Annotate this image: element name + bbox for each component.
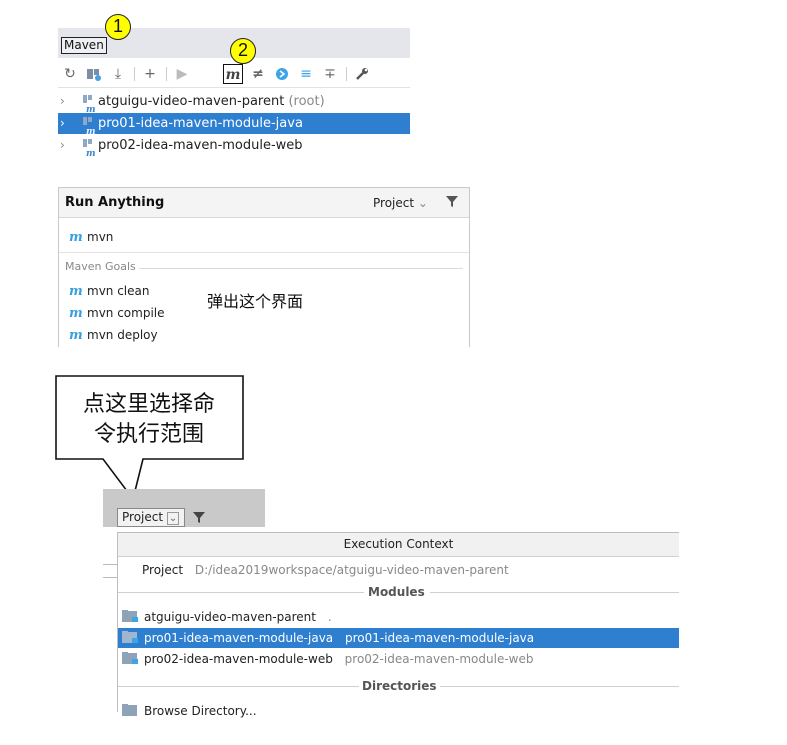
callout-line-2: 令执行范围 bbox=[94, 422, 204, 447]
project-scope-label: Project bbox=[373, 196, 415, 210]
tree-item-project[interactable]: › m atguigu-video-maven-parent (root) bbox=[58, 91, 410, 115]
maven-tab[interactable]: Maven bbox=[61, 37, 107, 54]
run-anything-header: Run Anything Project ⌄ bbox=[59, 188, 469, 218]
module-row[interactable]: atguigu-video-maven-parent . bbox=[118, 607, 679, 627]
folder-icon bbox=[122, 704, 138, 716]
chevron-right-icon[interactable]: › bbox=[60, 135, 70, 156]
module-row[interactable]: pro02-idea-maven-module-web pro02-idea-m… bbox=[118, 649, 679, 669]
chevron-down-icon: ⌄ bbox=[166, 512, 180, 525]
project-scope-button[interactable]: Project ⌄ bbox=[117, 508, 185, 527]
maven-toolbar: ↻ ⤓ + ▶ m ≠ ≡ ∓ bbox=[58, 60, 410, 88]
execution-context-header: Execution Context bbox=[118, 533, 679, 557]
toggle-offline-icon[interactable]: ≠ bbox=[248, 64, 268, 84]
maven-m-icon: m bbox=[69, 306, 83, 321]
project-scope-button-label: Project bbox=[122, 510, 164, 524]
module-folder-icon bbox=[122, 610, 138, 622]
goal-item[interactable]: m mvn clean bbox=[69, 280, 149, 302]
maven-m-icon: m bbox=[69, 328, 83, 343]
maven-module-icon: m bbox=[83, 95, 96, 115]
add-icon[interactable]: + bbox=[140, 64, 160, 84]
maven-tool-window: Maven ↻ ⤓ + ▶ m ≠ ≡ ∓ 1 2 › m atguigu-vi… bbox=[58, 14, 410, 159]
filter-icon[interactable] bbox=[192, 510, 206, 524]
section-divider-directories: Directories bbox=[118, 678, 679, 694]
section-divider-modules: Modules bbox=[118, 584, 679, 600]
run-anything-popup: Run Anything Project ⌄ m mvn Maven Goals … bbox=[58, 187, 470, 347]
module-folder-icon bbox=[122, 652, 138, 664]
tree-item-label: atguigu-video-maven-parent bbox=[98, 94, 285, 109]
run-icon[interactable]: ▶ bbox=[172, 64, 192, 84]
section-label-modules: Modules bbox=[368, 585, 425, 599]
section-divider bbox=[139, 268, 463, 269]
callout-number-2: 2 bbox=[230, 38, 256, 64]
reload-icon[interactable]: ↻ bbox=[60, 64, 80, 84]
chevron-right-icon[interactable]: › bbox=[60, 91, 70, 112]
module-path: . bbox=[327, 610, 332, 624]
goal-item[interactable]: m mvn deploy bbox=[69, 324, 158, 346]
tree-item-label: pro02-idea-maven-module-web bbox=[98, 138, 303, 153]
reimport-icon[interactable] bbox=[84, 64, 104, 84]
module-path: pro02-idea-maven-module-web bbox=[344, 652, 534, 666]
module-name: atguigu-video-maven-parent bbox=[144, 610, 316, 624]
module-folder-icon bbox=[122, 631, 138, 643]
module-path: pro01-idea-maven-module-java bbox=[344, 631, 535, 645]
tree-item-project[interactable]: › m pro02-idea-maven-module-web bbox=[58, 135, 410, 159]
goal-item-label: mvn clean bbox=[87, 284, 150, 298]
goal-item-label: mvn compile bbox=[87, 306, 165, 320]
maven-m-icon: m bbox=[69, 284, 83, 299]
callout-line-1: 点这里选择命 bbox=[83, 392, 215, 417]
module-name: pro01-idea-maven-module-java bbox=[144, 631, 334, 645]
section-label-maven-goals: Maven Goals bbox=[65, 260, 136, 273]
annotation-popup-note: 弹出这个界面 bbox=[207, 292, 304, 311]
run-anything-input-value: mvn bbox=[87, 230, 114, 244]
download-icon[interactable]: ⤓ bbox=[108, 64, 128, 84]
browse-directory-label: Browse Directory... bbox=[144, 704, 257, 718]
execution-context-popup: Execution Context Project D:/idea2019wor… bbox=[117, 532, 679, 718]
tree-item-suffix: (root) bbox=[288, 94, 325, 109]
settings-icon[interactable] bbox=[352, 64, 372, 84]
goal-item-label: mvn deploy bbox=[87, 328, 158, 342]
callout-number-1: 1 bbox=[105, 14, 131, 40]
module-row-selected[interactable]: pro01-idea-maven-module-java pro01-idea-… bbox=[118, 628, 679, 648]
maven-module-icon: m bbox=[83, 117, 96, 137]
module-name: pro02-idea-maven-module-web bbox=[144, 652, 333, 666]
project-scope-dropdown[interactable]: Project ⌄ bbox=[373, 196, 428, 210]
maven-m-icon: m bbox=[69, 230, 83, 245]
chevron-down-icon: ⌄ bbox=[417, 196, 428, 210]
goal-item[interactable]: m mvn compile bbox=[69, 302, 165, 324]
browse-directory-row[interactable]: Browse Directory... bbox=[118, 701, 679, 721]
run-anything-title: Run Anything bbox=[65, 195, 165, 210]
context-project-row[interactable]: Project D:/idea2019workspace/atguigu-vid… bbox=[118, 560, 679, 580]
execute-goal-icon[interactable]: m bbox=[223, 64, 243, 84]
filter-icon[interactable] bbox=[445, 194, 459, 208]
collapse-icon[interactable]: ∓ bbox=[320, 64, 340, 84]
tree-item-project-selected[interactable]: › m pro01-idea-maven-module-java bbox=[58, 113, 410, 137]
chevron-right-icon[interactable]: › bbox=[60, 113, 70, 134]
tree-item-label: pro01-idea-maven-module-java bbox=[98, 116, 303, 131]
show-deps-icon[interactable]: ≡ bbox=[296, 64, 316, 84]
speech-callout: 点这里选择命 令执行范围 bbox=[55, 375, 244, 501]
context-project-path: D:/idea2019workspace/atguigu-video-maven… bbox=[194, 563, 509, 577]
skip-tests-icon[interactable] bbox=[272, 64, 292, 84]
context-project-label: Project bbox=[142, 563, 184, 577]
maven-module-icon: m bbox=[83, 139, 96, 159]
run-anything-input[interactable]: m mvn bbox=[69, 226, 113, 248]
section-label-directories: Directories bbox=[362, 679, 437, 693]
